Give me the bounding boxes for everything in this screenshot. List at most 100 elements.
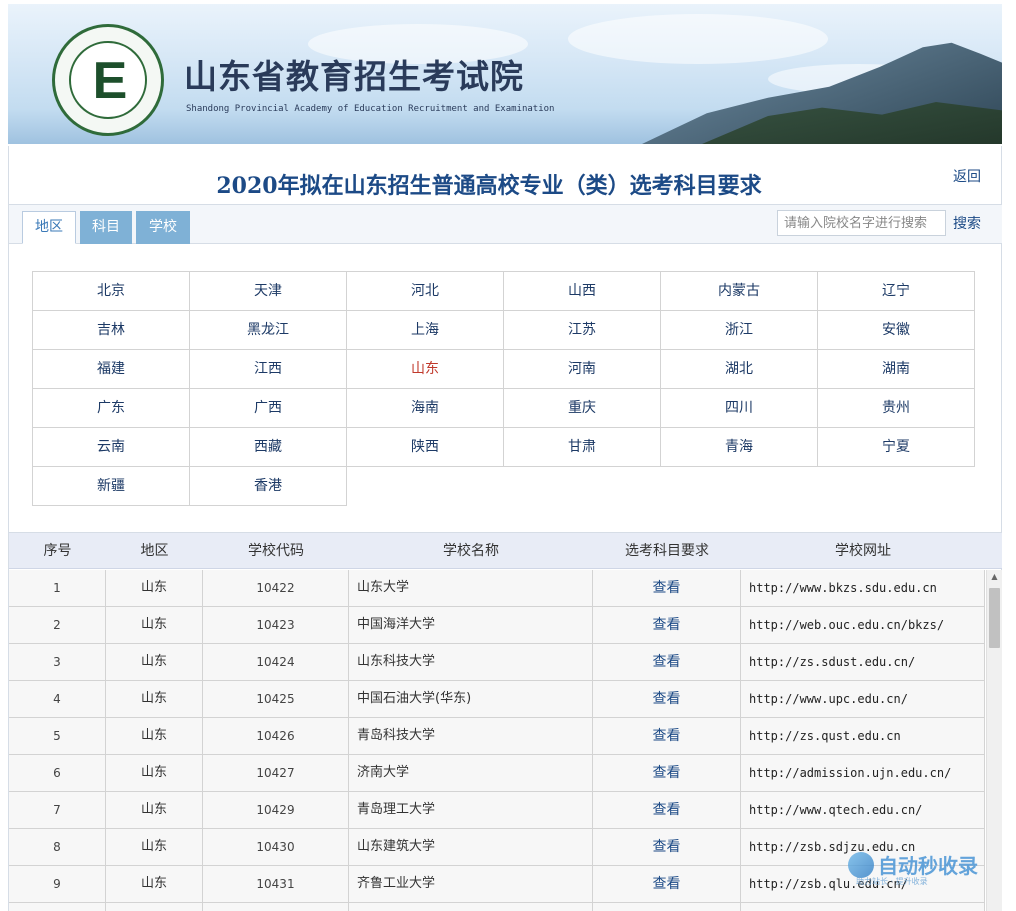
region-cell[interactable]: 陕西 (346, 427, 504, 467)
view-requirements-link[interactable]: 查看 (593, 607, 741, 643)
region-cell[interactable]: 天津 (189, 271, 347, 311)
academy-name: 山东省教育招生考试院 (184, 57, 524, 96)
column-header-region: 地区 (140, 543, 169, 559)
region-cell[interactable]: 内蒙古 (660, 271, 818, 311)
cell-website[interactable]: http://admission.ujn.edu.cn/ (741, 755, 985, 791)
table-row: 4 山东 10425 中国石油大学(华东) 查看 http://www.upc.edu.c… (9, 681, 985, 718)
region-cell[interactable]: 北京 (32, 271, 190, 311)
region-cell[interactable]: 湖南 (817, 349, 975, 389)
table-row: 6 山东 10427 济南大学 查看 http://admission.ujn.edu.c… (9, 755, 985, 792)
cell-code: 10430 (203, 829, 349, 865)
region-cell[interactable]: 甘肃 (503, 427, 661, 467)
cell-no: 9 (9, 866, 106, 902)
cell-region: 山东 (106, 829, 203, 865)
cell-website[interactable]: http://www.qtech.edu.cn/ (741, 792, 985, 828)
cell-code: 10424 (203, 644, 349, 680)
cell-region: 山东 (106, 681, 203, 717)
table-row: 5 山东 10426 青岛科技大学 查看 http://zs.qust.edu.cn (9, 718, 985, 755)
cell-website[interactable] (741, 903, 985, 911)
tab-region[interactable]: 地区 (22, 211, 76, 244)
region-cell[interactable]: 新疆 (32, 466, 190, 506)
region-cell[interactable]: 宁夏 (817, 427, 975, 467)
cell-school-name: 山东建筑大学 (349, 829, 593, 865)
region-cell[interactable]: 山西 (503, 271, 661, 311)
cell-website[interactable]: http://zs.sdust.edu.cn/ (741, 644, 985, 680)
region-cell[interactable]: 贵州 (817, 388, 975, 428)
region-cell[interactable]: 香港 (189, 466, 347, 506)
region-cell[interactable]: 江西 (189, 349, 347, 389)
cell-school-name: 山东大学 (349, 570, 593, 606)
region-cell[interactable]: 云南 (32, 427, 190, 467)
cell-website[interactable]: http://www.upc.edu.cn/ (741, 681, 985, 717)
region-cell[interactable]: 河南 (503, 349, 661, 389)
cell-code: 10423 (203, 607, 349, 643)
watermark-subtext: 助力站长 · 提升收录 (856, 877, 928, 886)
region-cell[interactable]: 安徽 (817, 310, 975, 350)
region-cell[interactable]: 西藏 (189, 427, 347, 467)
region-cell[interactable]: 辽宁 (817, 271, 975, 311)
back-link[interactable]: 返回 (953, 166, 981, 186)
view-requirements-link[interactable]: 查看 (593, 792, 741, 828)
region-cell[interactable]: 广西 (189, 388, 347, 428)
search-button[interactable]: 搜索 (953, 213, 981, 233)
cell-website[interactable]: http://zs.qust.edu.cn (741, 718, 985, 754)
region-cell[interactable]: 福建 (32, 349, 190, 389)
cell-no: 6 (9, 755, 106, 791)
main-panel: 2020年拟在山东招生普通高校专业（类）选考科目要求 返回 地区 科目 学校 搜… (8, 146, 1002, 911)
view-requirements-link[interactable]: 查看 (593, 644, 741, 680)
region-cell[interactable]: 海南 (346, 388, 504, 428)
cell-no: 5 (9, 718, 106, 754)
tab-school[interactable]: 学校 (136, 211, 190, 244)
page: E 山东省教育招生考试院 Shandong Provincial Academy… (0, 0, 1016, 911)
region-cell[interactable]: 江苏 (503, 310, 661, 350)
cell-no: 1 (9, 570, 106, 606)
table-row: 3 山东 10424 山东科技大学 查看 http://zs.sdust.edu.cn/ (9, 644, 985, 681)
region-cell[interactable]: 黑龙江 (189, 310, 347, 350)
region-cell[interactable]: 浙江 (660, 310, 818, 350)
table-row (9, 903, 985, 911)
column-header-code: 学校代码 (248, 543, 304, 559)
cell-no: 2 (9, 607, 106, 643)
cell-code: 10431 (203, 866, 349, 902)
watermark: 自动秒收录 助力站长 · 提升收录 (848, 846, 998, 890)
tab-subject[interactable]: 科目 (80, 211, 132, 244)
region-cell[interactable]: 上海 (346, 310, 504, 350)
scrollbar-thumb[interactable] (989, 588, 1000, 648)
cell-website[interactable]: http://web.ouc.edu.cn/bkzs/ (741, 607, 985, 643)
region-cell[interactable]: 湖北 (660, 349, 818, 389)
region-cell[interactable]: 广东 (32, 388, 190, 428)
column-header-no: 序号 (43, 543, 72, 559)
cell-no (9, 903, 106, 911)
region-cell[interactable]: 河北 (346, 271, 504, 311)
table-row: 2 山东 10423 中国海洋大学 查看 http://web.ouc.edu.cn/bk… (9, 607, 985, 644)
cell-website[interactable]: http://www.bkzs.sdu.edu.cn (741, 570, 985, 606)
academy-logo: E (52, 24, 164, 136)
cell-region: 山东 (106, 644, 203, 680)
school-search-input[interactable] (777, 210, 946, 236)
view-requirements-link[interactable]: 查看 (593, 570, 741, 606)
cell-region: 山东 (106, 570, 203, 606)
view-requirements-link[interactable]: 查看 (593, 829, 741, 865)
cell-region: 山东 (106, 718, 203, 754)
region-cell[interactable]: 吉林 (32, 310, 190, 350)
region-cell[interactable]: 青海 (660, 427, 818, 467)
region-cell[interactable]: 山东 (346, 349, 504, 389)
page-title: 2020年拟在山东招生普通高校专业（类）选考科目要求 (216, 173, 762, 199)
cell-school-name: 青岛理工大学 (349, 792, 593, 828)
cell-school-name: 中国石油大学(华东) (349, 681, 593, 717)
scroll-up-arrow-icon[interactable]: ▲ (987, 570, 1002, 584)
view-requirements-link[interactable]: 查看 (593, 681, 741, 717)
view-requirements-link[interactable] (593, 903, 741, 911)
column-header-name: 学校名称 (443, 543, 499, 559)
column-header-website: 学校网址 (835, 543, 891, 559)
cell-school-name: 中国海洋大学 (349, 607, 593, 643)
table-body: 1 山东 10422 山东大学 查看 http://www.bkzs.sdu.edu.cn… (9, 570, 985, 911)
view-requirements-link[interactable]: 查看 (593, 755, 741, 791)
region-cell[interactable]: 四川 (660, 388, 818, 428)
watermark-logo-icon (848, 852, 874, 878)
column-header-requirements: 选考科目要求 (625, 543, 709, 559)
region-cell[interactable]: 重庆 (503, 388, 661, 428)
view-requirements-link[interactable]: 查看 (593, 866, 741, 902)
view-requirements-link[interactable]: 查看 (593, 718, 741, 754)
cell-region: 山东 (106, 755, 203, 791)
